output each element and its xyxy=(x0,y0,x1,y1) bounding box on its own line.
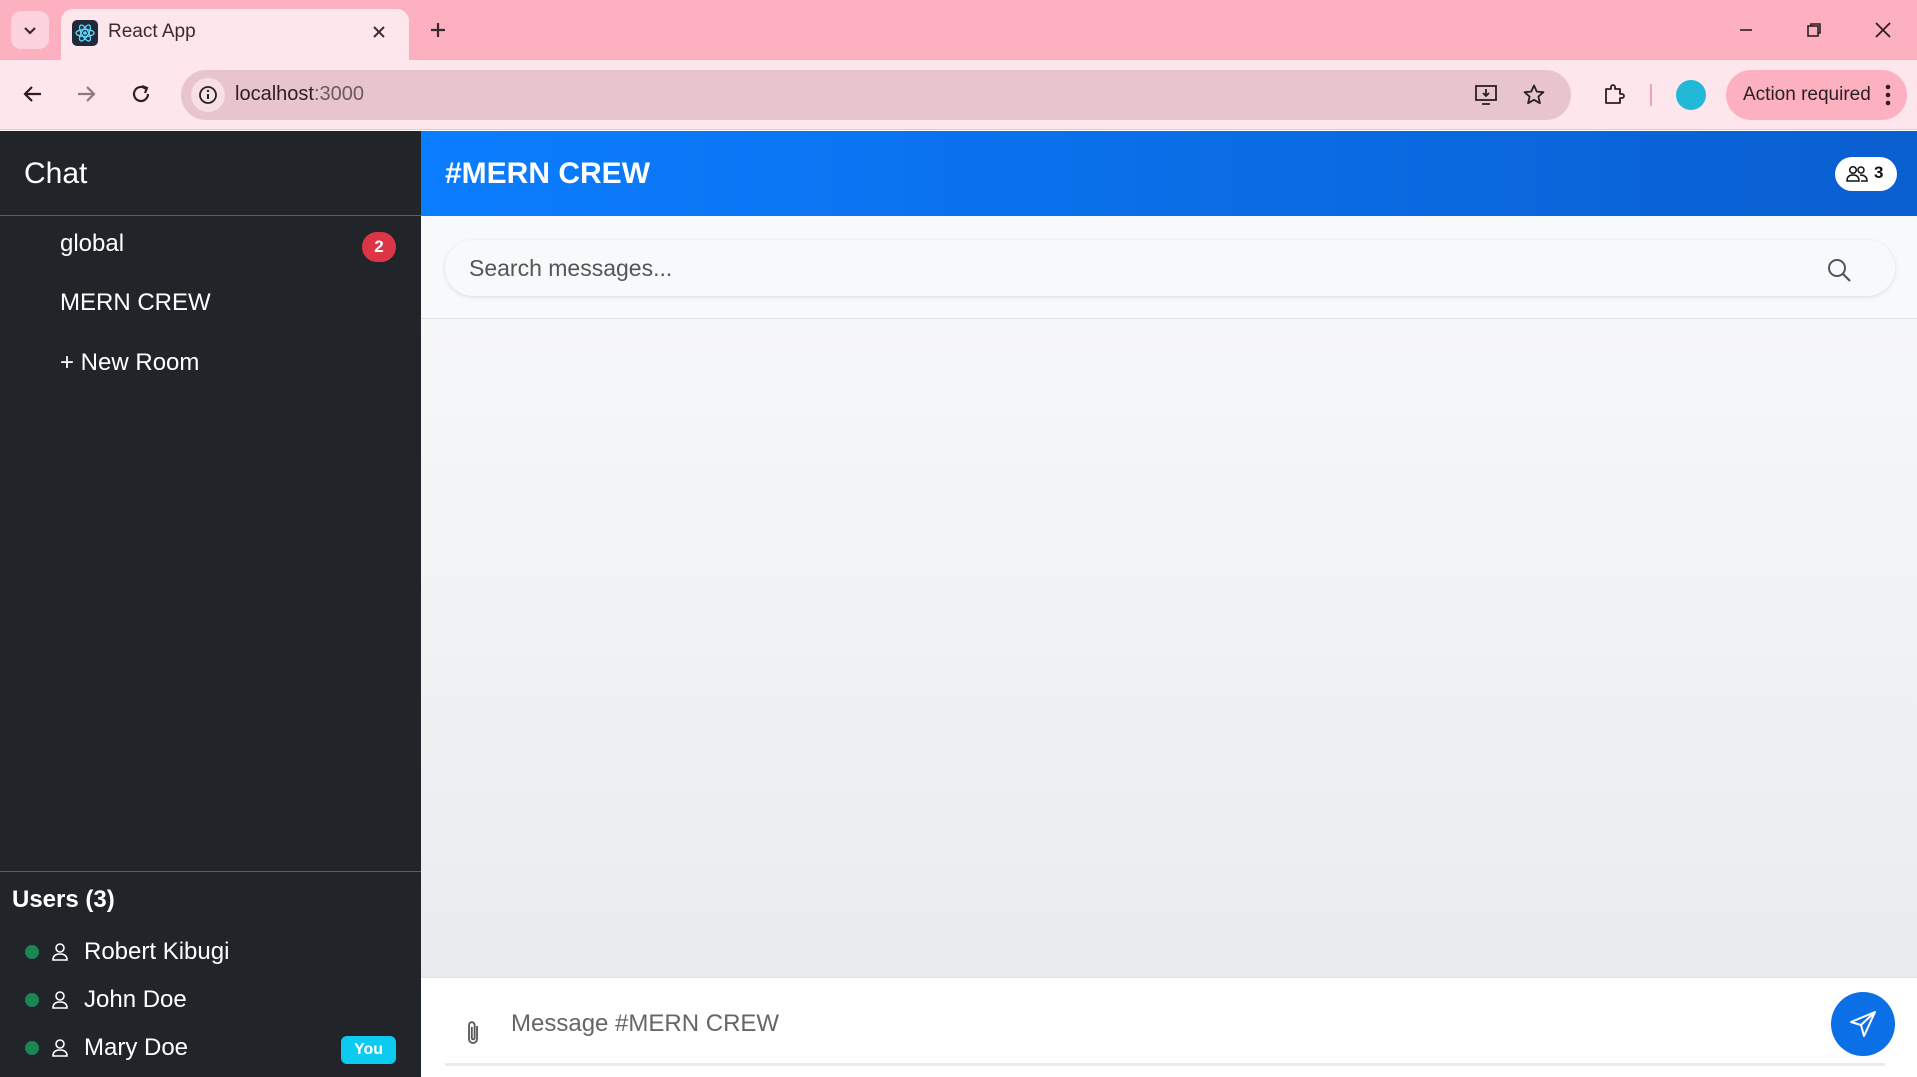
online-status-dot xyxy=(25,1041,39,1055)
search-input[interactable] xyxy=(445,240,1895,296)
bookmark-button[interactable] xyxy=(1519,80,1549,110)
react-atom-icon xyxy=(72,20,98,46)
sidebar: Chat global 2 MERN CREW + New Room Users… xyxy=(0,131,421,1077)
reload-button[interactable] xyxy=(121,74,161,114)
restore-icon xyxy=(1807,23,1821,37)
forward-button[interactable] xyxy=(66,74,106,114)
arrow-left-icon xyxy=(23,86,41,102)
more-vertical-icon[interactable] xyxy=(1878,82,1898,108)
extensions-button[interactable] xyxy=(1594,74,1634,114)
room-header: #MERN CREW 3 xyxy=(421,131,1917,216)
action-required-button[interactable]: Action required xyxy=(1726,70,1907,120)
person-icon xyxy=(52,1039,68,1057)
puzzle-icon xyxy=(1605,84,1625,104)
send-button[interactable] xyxy=(1831,992,1895,1056)
chat-main: #MERN CREW 3 xyxy=(421,131,1917,1077)
browser-tab-bar: React App xyxy=(0,0,1917,60)
info-icon xyxy=(199,86,217,104)
user-name: Mary Doe xyxy=(84,1034,189,1061)
profile-avatar[interactable] xyxy=(1676,80,1706,110)
browser-tab[interactable]: React App xyxy=(61,9,409,60)
you-badge: You xyxy=(341,1036,396,1064)
tab-title: React App xyxy=(108,21,196,42)
new-room-label: + New Room xyxy=(60,349,200,376)
online-status-dot xyxy=(25,993,39,1007)
room-item-mern-crew[interactable]: MERN CREW xyxy=(0,275,421,333)
room-item-global[interactable]: global 2 xyxy=(0,216,421,274)
close-icon xyxy=(373,26,385,38)
user-item[interactable]: Mary Doe You xyxy=(0,1026,421,1070)
member-count-badge[interactable]: 3 xyxy=(1835,157,1897,191)
search-bar xyxy=(421,216,1917,319)
install-app-button[interactable] xyxy=(1471,80,1501,110)
close-window-button[interactable] xyxy=(1853,10,1913,50)
back-button[interactable] xyxy=(13,74,53,114)
plus-icon xyxy=(431,23,445,37)
browser-toolbar: localhost:3000 Action required xyxy=(0,60,1917,130)
unread-badge: 2 xyxy=(362,232,396,262)
users-title: Users (3) xyxy=(12,886,115,913)
room-title: #MERN CREW xyxy=(445,157,651,190)
send-icon xyxy=(1850,1011,1876,1037)
url-text: localhost:3000 xyxy=(235,83,364,106)
sidebar-header: Chat xyxy=(0,131,421,216)
member-count: 3 xyxy=(1874,163,1884,182)
address-bar[interactable]: localhost:3000 xyxy=(181,70,1571,120)
minimize-icon xyxy=(1740,29,1752,31)
composer-underline xyxy=(445,1063,1885,1066)
sidebar-title: Chat xyxy=(24,157,88,190)
room-label: MERN CREW xyxy=(60,289,211,316)
chevron-down-icon xyxy=(24,27,36,35)
close-icon xyxy=(1875,22,1891,38)
install-app-icon xyxy=(1475,85,1497,105)
url-host: localhost xyxy=(235,83,314,105)
user-name: Robert Kibugi xyxy=(84,938,230,965)
person-icon xyxy=(52,943,68,961)
online-status-dot xyxy=(25,945,39,959)
user-item[interactable]: John Doe xyxy=(0,978,421,1022)
arrow-right-icon xyxy=(78,86,96,102)
minimize-button[interactable] xyxy=(1716,10,1776,50)
search-icon[interactable] xyxy=(1825,256,1853,284)
star-icon xyxy=(1523,84,1545,105)
new-tab-button[interactable] xyxy=(420,15,456,45)
url-port: :3000 xyxy=(313,83,364,105)
message-list xyxy=(421,319,1917,984)
message-input[interactable] xyxy=(491,996,1827,1052)
toolbar-separator xyxy=(1650,84,1652,106)
restore-button[interactable] xyxy=(1784,10,1844,50)
users-panel: Users (3) Robert Kibugi John Doe Mary Do… xyxy=(0,871,421,1077)
tab-search-button[interactable] xyxy=(11,11,49,49)
action-required-label: Action required xyxy=(1743,84,1871,105)
new-room-button[interactable]: + New Room xyxy=(0,335,421,393)
person-icon xyxy=(52,991,68,1009)
paperclip-icon[interactable] xyxy=(461,1018,485,1048)
tab-close-button[interactable] xyxy=(365,18,393,46)
site-info-button[interactable] xyxy=(191,78,225,112)
reload-icon xyxy=(132,84,150,103)
user-item[interactable]: Robert Kibugi xyxy=(0,930,421,974)
room-label: global xyxy=(60,230,125,257)
users-icon xyxy=(1846,165,1868,182)
user-name: John Doe xyxy=(84,986,187,1013)
message-composer xyxy=(421,977,1917,1077)
